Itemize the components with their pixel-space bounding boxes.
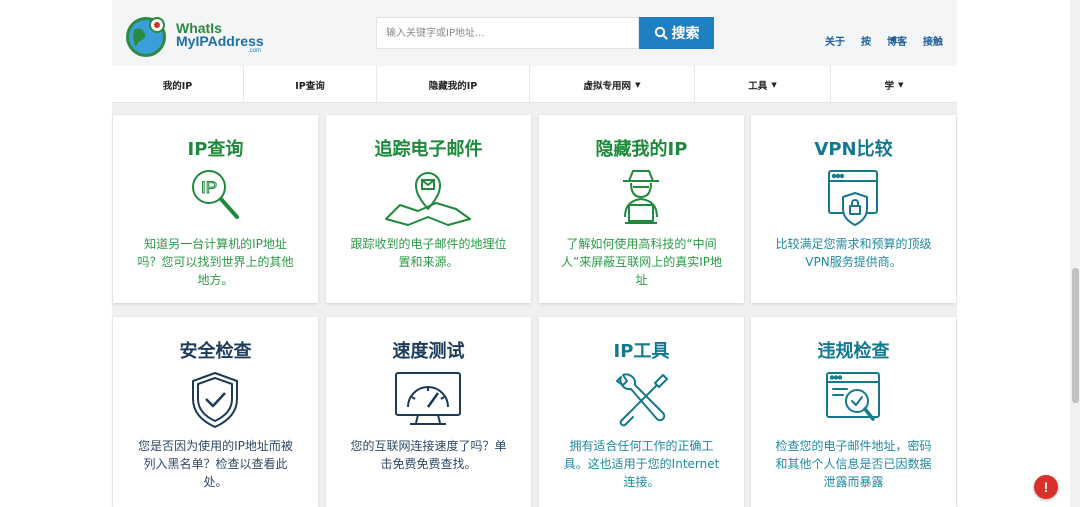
- card-hide-my-ip[interactable]: 隐藏我的IP 了解如何使用高科技的“中间人”来屏蔽互联网上的真实IP地址: [539, 115, 744, 303]
- nav-label: 隐藏我的IP: [428, 80, 478, 92]
- svg-text:IP: IP: [201, 178, 217, 197]
- card-title: IP工具: [613, 341, 670, 362]
- alert-icon: !: [1043, 479, 1049, 495]
- card-description: 您的互联网连接速度了吗？单击免费免费查找。: [350, 439, 507, 471]
- nav-label: 工具: [748, 80, 768, 92]
- card-title: 违规检查: [817, 341, 890, 362]
- nav-item-my-ip[interactable]: 我的IP: [112, 66, 244, 103]
- card-description: 跟踪收到的电子邮件的地理位置和来源。: [350, 237, 507, 269]
- browser-lock-icon: [828, 170, 878, 226]
- search-input[interactable]: [376, 17, 639, 49]
- nav-label: 学: [884, 80, 895, 92]
- nav-item-tools[interactable]: 工具 ▼: [695, 66, 831, 103]
- card-description: 拥有适合任何工作的正确工具。这也适用于您的Internet连接。: [563, 439, 720, 489]
- nav-label: 我的IP: [162, 80, 193, 92]
- page-container: WhatIs MyIPAddress .com 搜索 关于 按 博客 接触 我的…: [112, 0, 957, 507]
- card-description: 您是否因为使用的IP地址而被列入黑名单？检查以查看此处。: [138, 439, 293, 489]
- card-title: IP查询: [187, 139, 244, 160]
- email-map-pin-icon: [385, 172, 471, 226]
- hacker-icon: [623, 170, 659, 224]
- speed-gauge-icon: [395, 372, 461, 425]
- card-description: 了解如何使用高科技的“中间人”来屏蔽互联网上的真实IP地址: [561, 237, 722, 287]
- card-title: 隐藏我的IP: [595, 139, 688, 160]
- top-link-press[interactable]: 按: [861, 33, 871, 48]
- card-security-check[interactable]: 安全检查 您是否因为使用的IP地址而被列入黑名单？检查以查看此处。: [113, 317, 318, 507]
- search-button-label: 搜索: [671, 26, 700, 42]
- card-title: 追踪电子邮件: [374, 139, 483, 160]
- globe-logo-icon: [126, 17, 166, 57]
- nav-label: 虚拟专用网: [583, 80, 632, 92]
- card-vpn-compare[interactable]: VPN比较 比较满足您需求和预算的顶级VPN服务提供商。: [751, 115, 956, 303]
- top-link-about[interactable]: 关于: [825, 33, 845, 48]
- nav-item-vpn[interactable]: 虚拟专用网 ▼: [530, 66, 695, 103]
- ip-magnifier-icon: IP: [192, 170, 239, 219]
- logo-text: WhatIs MyIPAddress .com: [176, 21, 264, 54]
- main-nav: 我的IP IP查询 隐藏我的IP 虚拟专用网 ▼ 工具 ▼ 学 ▼: [112, 66, 957, 103]
- card-breach-check[interactable]: 违规检查 检查您的电子邮件地址，密码和其他个人信息是否已因数据泄露而暴露: [751, 317, 956, 507]
- card-description: 知道另一台计算机的IP地址吗？您可以找到世界上的其他地方。: [137, 237, 294, 287]
- page-scrollbar[interactable]: [1070, 0, 1080, 507]
- nav-item-learn[interactable]: 学 ▼: [831, 66, 957, 103]
- top-link-blog[interactable]: 博客: [887, 33, 907, 48]
- card-ip-tools[interactable]: IP工具 拥有适合任何工作的正确工具。这也适用于您的Internet连接。: [539, 317, 744, 507]
- site-logo[interactable]: WhatIs MyIPAddress .com: [124, 12, 274, 60]
- card-description: 检查您的电子邮件地址，密码和其他个人信息是否已因数据泄露而暴露: [775, 439, 932, 489]
- caret-down-icon: ▼: [635, 80, 641, 89]
- card-title: 安全检查: [179, 341, 252, 362]
- top-links: 关于 按 博客 接触: [825, 33, 943, 48]
- site-header: WhatIs MyIPAddress .com 搜索 关于 按 博客 接触: [112, 0, 957, 66]
- card-title: 速度测试: [392, 341, 465, 362]
- wrench-screwdriver-icon: [616, 373, 668, 427]
- logo-line-2: MyIPAddress: [176, 33, 264, 49]
- nav-label: IP查询: [295, 80, 325, 92]
- nav-item-hide-ip[interactable]: 隐藏我的IP: [377, 66, 530, 103]
- card-ip-lookup[interactable]: IP查询 IP 知道另一台计算机的IP地址吗？您可以找到世界上的其他地方。: [113, 115, 318, 303]
- alert-notification-button[interactable]: !: [1034, 475, 1058, 499]
- scrollbar-thumb[interactable]: [1072, 268, 1079, 403]
- card-trace-email[interactable]: 追踪电子邮件 跟踪收到的电子邮件的地理位置和来源。: [326, 115, 531, 303]
- top-link-contact[interactable]: 接触: [923, 33, 943, 48]
- browser-magnifier-check-icon: [826, 372, 880, 421]
- card-title: VPN比较: [814, 139, 893, 160]
- nav-item-ip-lookup[interactable]: IP查询: [244, 66, 377, 103]
- card-speed-test[interactable]: 速度测试 您的互联网连接速度了吗？单击免费免费查找。: [326, 317, 531, 507]
- caret-down-icon: ▼: [898, 80, 904, 89]
- search-icon: [654, 26, 668, 40]
- shield-check-icon: [192, 372, 238, 428]
- search-button[interactable]: 搜索: [639, 17, 714, 49]
- card-description: 比较满足您需求和预算的顶级VPN服务提供商。: [775, 237, 932, 269]
- caret-down-icon: ▼: [771, 80, 777, 89]
